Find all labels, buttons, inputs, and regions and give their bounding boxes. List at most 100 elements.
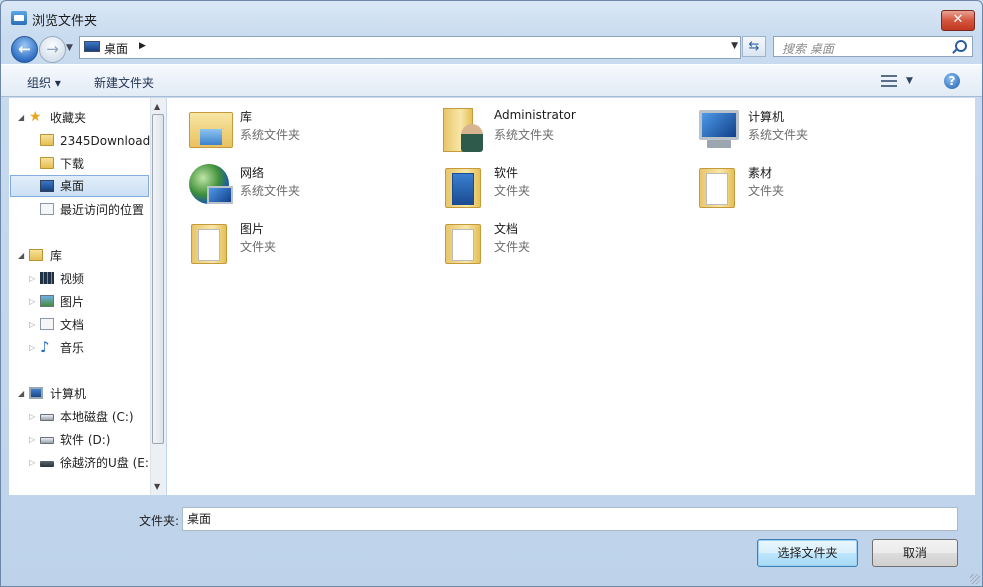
item-type: 文件夹 [494,184,531,198]
folder-name-input[interactable]: 桌面 [182,507,958,531]
computer-icon [695,106,743,154]
browse-folder-dialog: 浏览文件夹 ✕ ← → ▼ 桌面 ▶ ▼ ⇆ 搜索 桌面 组织 ▾ 新建文件夹 … [0,0,983,587]
sidebar-item-drive-c[interactable]: ▷ 本地磁盘 (C:) [9,406,149,428]
command-toolbar: 组织 ▾ 新建文件夹 ▼ ? [1,64,982,97]
computer-icon [29,387,43,399]
sidebar-item-downloads[interactable]: 下载 [9,153,149,175]
scroll-up-icon[interactable]: ▲ [154,102,160,111]
scroll-down-icon[interactable]: ▼ [154,482,160,491]
folder-icon [40,134,54,146]
sidebar-item-2345downloads[interactable]: 2345Downloads [9,130,150,152]
collapse-arrow-icon[interactable]: ▷ [29,291,35,313]
sidebar-label: 图片 [60,295,85,309]
item-name: 库 [240,110,253,124]
item-library[interactable]: 库 系统文件夹 [187,104,417,156]
sidebar-item-documents[interactable]: ▷ 文档 [9,314,149,336]
sidebar-section-favorites[interactable]: ◢ ★ 收藏夹 [9,107,149,129]
folder-label: 文件夹: [139,514,180,528]
new-folder-button[interactable]: 新建文件夹 [94,74,154,91]
item-network[interactable]: 网络 系统文件夹 [187,160,417,212]
item-pictures[interactable]: 图片 文件夹 [187,216,417,268]
sidebar-label: 库 [50,249,63,263]
item-name: 软件 [494,166,519,180]
folder-icon [187,218,235,266]
history-dropdown-icon[interactable]: ▼ [66,43,73,53]
forward-arrow-icon[interactable]: → [39,36,66,63]
close-button[interactable]: ✕ [941,10,975,31]
folder-icon [441,218,489,266]
select-folder-button[interactable]: 选择文件夹 [757,539,858,567]
star-icon: ★ [29,109,42,125]
scroll-thumb[interactable] [152,114,164,444]
address-text[interactable]: 桌面 [104,40,128,57]
item-administrator[interactable]: Administrator 系统文件夹 [441,104,671,156]
sidebar-section-libraries[interactable]: ◢ 库 [9,245,149,267]
sidebar-label: 计算机 [50,387,87,401]
item-type: 系统文件夹 [240,184,301,198]
sidebar-label: 音乐 [60,341,85,355]
sidebar-label: 桌面 [60,179,85,193]
collapse-arrow-icon[interactable]: ▷ [29,314,35,336]
navigation-bar: ← → ▼ 桌面 ▶ ▼ ⇆ 搜索 桌面 [1,34,982,63]
collapse-arrow-icon[interactable]: ▷ [29,429,35,451]
sidebar-item-desktop[interactable]: 桌面 [10,175,149,197]
sidebar-item-pictures[interactable]: ▷ 图片 [9,291,149,313]
resize-grip-icon[interactable] [970,574,980,584]
collapse-arrow-icon[interactable]: ▷ [29,406,35,428]
sidebar-section-computer[interactable]: ◢ 计算机 [9,383,149,405]
item-documents[interactable]: 文档 文件夹 [441,216,671,268]
address-dropdown-icon[interactable]: ▼ [731,41,738,51]
expand-arrow-icon[interactable]: ◢ [18,245,24,267]
view-dropdown-icon[interactable]: ▼ [906,76,913,86]
search-input[interactable]: 搜索 桌面 [773,36,973,57]
item-name: 文档 [494,222,519,236]
sidebar-item-drive-d[interactable]: ▷ 软件 (D:) [9,429,149,451]
sidebar-label: 徐越济的U盘 (E:) [60,456,150,470]
item-type: 系统文件夹 [240,128,301,142]
cancel-button[interactable]: 取消 [872,539,958,567]
help-icon[interactable]: ? [944,73,960,89]
document-icon [40,318,54,330]
item-type: 系统文件夹 [494,128,555,142]
system-drive-icon [40,414,54,421]
sidebar-item-videos[interactable]: ▷ 视频 [9,268,149,290]
navigation-scrollbar[interactable]: ▲ ▼ [150,98,166,495]
usb-drive-icon [40,461,54,467]
network-icon [187,162,235,210]
folder-app-icon [11,11,27,25]
item-materials[interactable]: 素材 文件夹 [695,160,925,212]
sidebar-label: 最近访问的位置 [60,203,145,217]
item-name: Administrator [494,108,576,122]
collapse-arrow-icon[interactable]: ▷ [29,268,35,290]
window-title: 浏览文件夹 [32,14,98,29]
sidebar-label: 本地磁盘 (C:) [60,410,134,424]
back-arrow-icon[interactable]: ← [11,36,38,63]
sidebar-item-recent-places[interactable]: 最近访问的位置 [9,199,149,221]
search-placeholder: 搜索 桌面 [782,42,834,56]
navigation-pane: ◢ ★ 收藏夹 2345Downloads 下载 桌面 最近访问的位置 ◢ 库 … [9,98,150,495]
item-type: 文件夹 [494,240,531,254]
sidebar-item-music[interactable]: ▷ ♪ 音乐 [9,337,149,359]
refresh-icon[interactable]: ⇆ [742,36,766,57]
collapse-arrow-icon[interactable]: ▷ [29,337,35,359]
sidebar-item-usb-e[interactable]: ▷ 徐越济的U盘 (E:) [9,452,150,474]
sidebar-label: 2345Downloads [60,134,150,148]
organize-button[interactable]: 组织 ▾ [27,74,61,91]
library-icon [29,249,43,261]
folder-icon [441,162,489,210]
expand-arrow-icon[interactable]: ◢ [18,383,24,405]
item-computer[interactable]: 计算机 系统文件夹 [695,104,925,156]
expand-arrow-icon[interactable]: ◢ [18,107,24,129]
address-bar[interactable]: 桌面 ▶ ▼ [79,36,741,59]
recent-places-icon [40,203,54,215]
change-view-icon[interactable] [881,74,897,88]
collapse-arrow-icon[interactable]: ▷ [29,452,35,474]
item-name: 计算机 [748,110,785,124]
music-note-icon: ♪ [40,338,50,356]
sidebar-label: 收藏夹 [50,111,87,125]
item-software[interactable]: 软件 文件夹 [441,160,671,212]
breadcrumb-arrow-icon[interactable]: ▶ [139,41,146,51]
desktop-icon [84,41,100,52]
title-bar: 浏览文件夹 ✕ [1,1,982,35]
search-icon[interactable] [955,40,967,52]
